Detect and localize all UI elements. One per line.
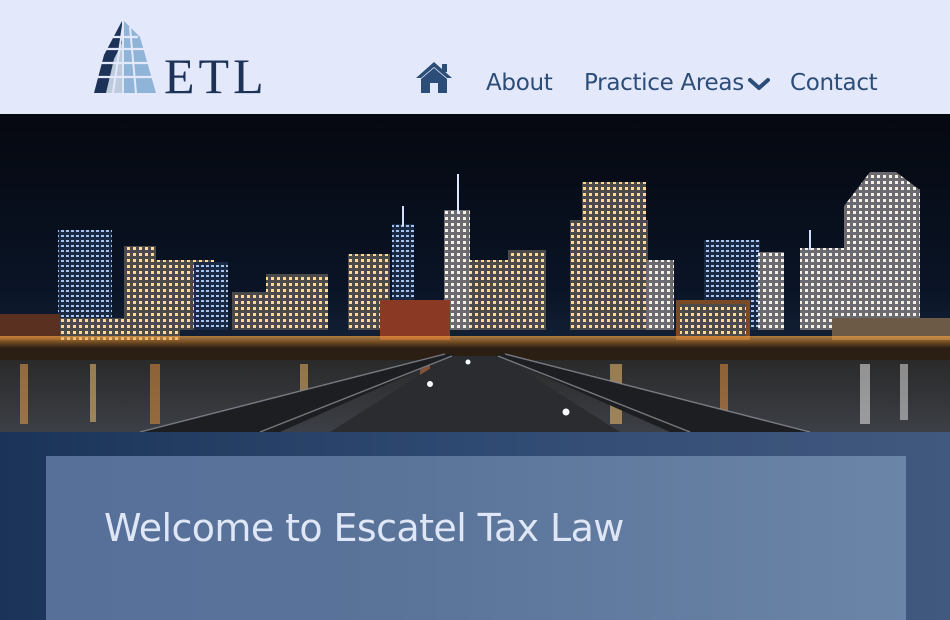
logo-text: ETL	[164, 48, 268, 104]
site-logo[interactable]: ETL	[92, 19, 264, 101]
home-icon	[416, 62, 452, 93]
nav-contact[interactable]: Contact	[790, 70, 878, 96]
chevron-down-icon	[747, 77, 770, 90]
nav-home[interactable]	[414, 60, 454, 94]
welcome-heading: Welcome to Escatel Tax Law	[104, 506, 624, 550]
nav-about[interactable]: About	[486, 70, 553, 96]
nav-practice-areas-label: Practice Areas	[584, 70, 744, 96]
hero-image	[0, 114, 950, 432]
skyline-illustration	[0, 114, 950, 432]
welcome-section: Welcome to Escatel Tax Law	[0, 432, 950, 620]
welcome-card: Welcome to Escatel Tax Law	[46, 456, 906, 620]
building-logo-icon	[94, 21, 156, 94]
site-header: ETL About Practice Areas Contact	[0, 0, 950, 114]
nav-practice-areas[interactable]: Practice Areas	[584, 70, 770, 96]
